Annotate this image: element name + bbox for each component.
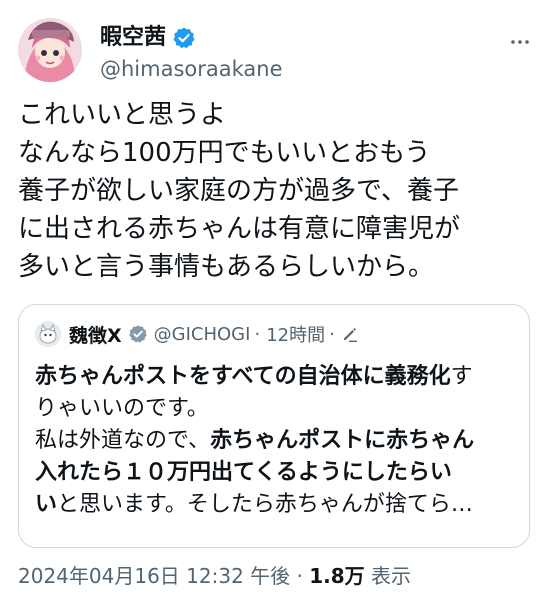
separator-dot: · [329,323,335,345]
views-count: 1.8万 [309,564,365,588]
author-handle[interactable]: @himasoraakane [100,56,283,82]
quoted-text-line: いと思います。そしたら赤ちゃんが捨てら… [35,489,517,521]
separator-dot: · [296,564,303,588]
verified-badge-icon [172,26,196,50]
verified-badge-icon [128,324,148,344]
views-label: 表示 [371,564,412,588]
quoted-author-handle: @GICHOGI [153,323,251,345]
quoted-post-card[interactable]: 魏徴X @GICHOGI · 12時間 · 赤ちゃんポストをすべての自治体に義務… [18,304,530,548]
author-avatar[interactable] [18,18,82,82]
quoted-text-line: 赤ちゃんポストをすべての自治体に義務化す [35,361,517,393]
author-display-name[interactable]: 暇空茜 [100,24,166,52]
quoted-text-run: と思います。そしたら赤ちゃんが捨てら… [57,492,473,517]
quoted-text-bold-run: 赤ちゃんポストに赤ちゃん [210,428,475,453]
quoted-text-run: りゃいいのです。 [35,396,209,421]
post-text: これいいと思うよ なんなら100万円でもいいとおもう 養子が欲しい家庭の方が過多… [18,96,533,286]
quoted-post-header: 魏徴X @GICHOGI · 12時間 · [35,319,359,349]
post-text-line: これいいと思うよ [18,100,227,130]
quoted-text-run: す [450,364,473,389]
quoted-text-bold-run: 入れたら１０万円出てくるようにしたらい [35,460,452,485]
post-timestamp[interactable]: 2024年04月16日 12:32 午後 [18,564,290,588]
quoted-post-time: 12時間 [266,325,326,346]
post-text-line: 養子が欲しい家庭の方が過多で、養子 [18,176,459,206]
tweet-header: 暇空茜 @himasoraakane [18,18,532,88]
quoted-post-text: 赤ちゃんポストをすべての自治体に義務化す りゃいいのです。 私は外道なので、赤ちゃん… [35,361,517,521]
quoted-text-bold-run: い [35,492,58,517]
quoted-author-name: 魏徴X [69,324,122,347]
quoted-author-avatar [35,321,61,347]
post-text-line: なんなら100万円でもいいとおもう [18,138,431,168]
quoted-text-line: りゃいいのです。 [35,393,517,425]
more-options-icon[interactable] [508,30,532,54]
edited-pencil-icon [341,325,359,343]
post-meta: 2024年04月16日 12:32 午後 · 1.8万 表示 [18,562,411,590]
post-text-line: 多いと言う事情もあるらしいから。 [18,252,435,282]
quoted-text-bold-run: 赤ちゃんポストをすべての自治体に義務化 [35,364,451,389]
quoted-text-run: 私は外道なので、 [35,428,211,453]
quoted-text-line: 入れたら１０万円出てくるようにしたらい [35,457,517,489]
separator-dot: · [254,323,261,345]
quoted-text-line: 私は外道なので、赤ちゃんポストに赤ちゃん [35,425,517,457]
author-name-row: 暇空茜 [100,24,196,52]
post-text-line: に出される赤ちゃんは有意に障害児が [18,214,461,244]
